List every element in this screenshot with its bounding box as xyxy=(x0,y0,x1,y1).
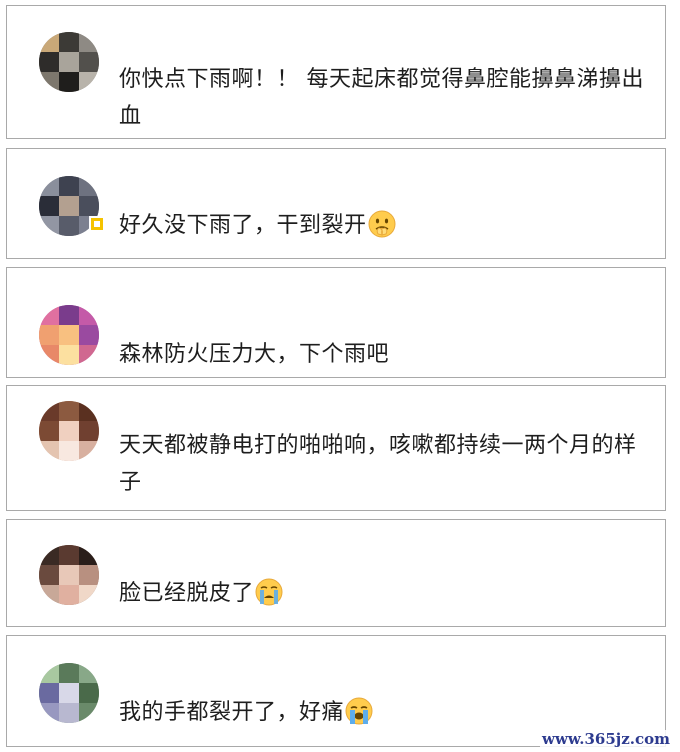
site-watermark: www.365jz.com xyxy=(540,730,672,748)
loudly-crying-face-emoji xyxy=(345,697,373,737)
avatar[interactable] xyxy=(39,401,99,461)
comment-text: 森林防火压力大，下个雨吧 xyxy=(119,336,645,373)
pixelated-avatar-image xyxy=(39,32,99,92)
crying-face-emoji xyxy=(255,578,283,618)
comment-text: 天天都被静电打的啪啪响，咳嗽都持续一两个月的样子 xyxy=(119,427,645,501)
pixelated-avatar-image xyxy=(39,545,99,605)
comment-text: 脸已经脱皮了 xyxy=(119,575,645,618)
comment-text: 好久没下雨了，干到裂开 xyxy=(119,207,645,250)
comment-card: 天天都被静电打的啪啪响，咳嗽都持续一两个月的样子 xyxy=(6,385,666,511)
vip-badge-icon xyxy=(89,216,105,232)
pixelated-avatar-image xyxy=(39,663,99,723)
comment-card: 脸已经脱皮了 xyxy=(6,519,666,627)
shushing-face-emoji xyxy=(368,210,396,250)
avatar[interactable] xyxy=(39,663,99,723)
pixelated-avatar-image xyxy=(39,401,99,461)
avatar[interactable] xyxy=(39,32,99,92)
comment-body: 我的手都裂开了，好痛 xyxy=(119,700,345,725)
avatar[interactable] xyxy=(39,305,99,365)
comment-body: 脸已经脱皮了 xyxy=(119,581,255,606)
comment-text: 你快点下雨啊！！ 每天起床都觉得鼻腔能擤鼻涕擤出血 xyxy=(119,61,645,135)
comment-card: 森林防火压力大，下个雨吧 xyxy=(6,267,666,378)
comment-card: 好久没下雨了，干到裂开 xyxy=(6,148,666,259)
comment-card: 你快点下雨啊！！ 每天起床都觉得鼻腔能擤鼻涕擤出血 xyxy=(6,5,666,139)
comment-body: 森林防火压力大，下个雨吧 xyxy=(119,342,390,367)
pixelated-avatar-image xyxy=(39,305,99,365)
comment-body: 天天都被静电打的啪啪响，咳嗽都持续一两个月的样子 xyxy=(119,433,637,495)
comment-body: 好久没下雨了，干到裂开 xyxy=(119,213,367,238)
comment-body: 你快点下雨啊！！ 每天起床都觉得鼻腔能擤鼻涕擤出血 xyxy=(119,67,644,129)
avatar[interactable] xyxy=(39,545,99,605)
